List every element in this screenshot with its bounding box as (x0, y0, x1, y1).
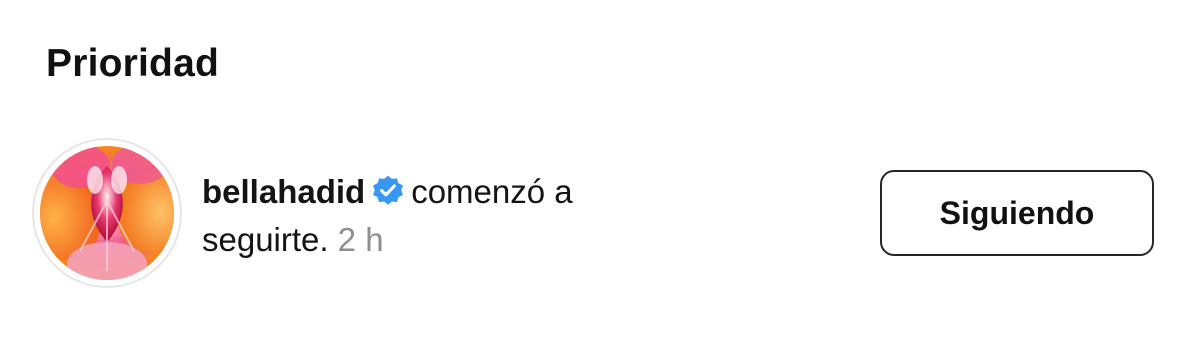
verified-badge-icon (371, 173, 405, 207)
section-title: Prioridad (46, 42, 219, 85)
avatar[interactable] (34, 140, 180, 286)
notifications-screen: Prioridad bellahadid comenzó a seguirte.… (0, 0, 1200, 344)
profile-photo (40, 146, 174, 280)
username-link[interactable]: bellahadid (202, 173, 365, 210)
notification-row[interactable]: bellahadid comenzó a seguirte. 2 h Siguie… (34, 140, 1164, 290)
avatar-image (40, 146, 174, 280)
notification-text: bellahadid comenzó a seguirte. 2 h (202, 168, 672, 264)
notification-time: 2 h (337, 221, 384, 258)
following-button[interactable]: Siguiendo (880, 170, 1154, 256)
